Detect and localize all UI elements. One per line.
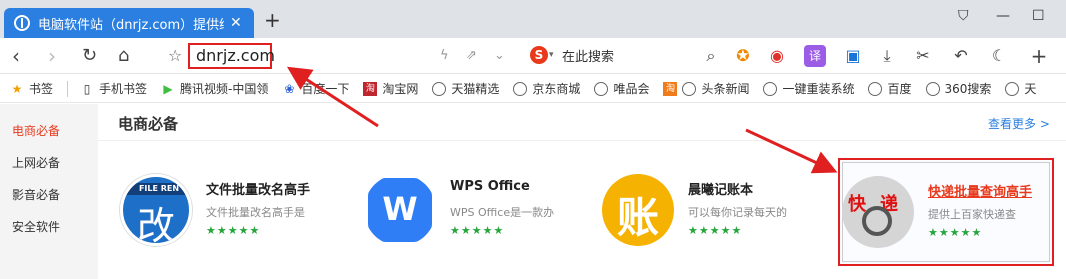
dropdown-chevron-icon[interactable]: ⌄ [494, 48, 505, 63]
rating-stars: ★★★★★ [206, 224, 261, 237]
globe-icon [763, 81, 778, 96]
sidenav-item-internet[interactable]: 上网必备 [12, 154, 60, 171]
category-sidenav: 电商必备 上网必备 影音必备 安全软件 [0, 104, 92, 279]
engine-dropdown-icon[interactable]: ▾ [549, 50, 554, 60]
refresh-icon[interactable]: ↻ [82, 44, 97, 68]
section-divider [98, 140, 1066, 141]
rating-stars: ★★★★★ [928, 226, 983, 239]
share-icon[interactable]: ⇗ [466, 48, 477, 63]
globe-icon [513, 81, 528, 96]
star-icon: ★ [11, 81, 23, 96]
browser-tab[interactable]: 电脑软件站（dnrjz.com）提供绿色 ✕ [4, 8, 254, 38]
bookmark-item[interactable]: 一键重装系统 [763, 80, 854, 97]
app-card[interactable]: 快 递 快递批量查询高手 提供上百家快递查 ★★★★★ [842, 166, 1052, 266]
lightning-icon[interactable]: ϟ [440, 48, 449, 63]
screenshot-icon[interactable]: ▣ [842, 45, 864, 67]
site-favicon-icon [14, 15, 30, 31]
bookmark-item[interactable]: 360搜索 [925, 80, 991, 97]
app-description: 提供上百家快递查 [928, 208, 1016, 221]
bookmark-star-icon[interactable]: ☆ [168, 44, 182, 68]
app-description: WPS Office是一款办 [450, 206, 555, 219]
address-bar-row: ‹ › ↻ ⌂ ☆ dnrjz.com ϟ ⇗ ⌄ S ▾ 在此搜索 ⌕ ✪ ◉… [0, 38, 1066, 74]
bookmark-item[interactable]: ▯ 手机书签 [80, 80, 147, 97]
bookmark-item[interactable]: 京东商城 [513, 80, 580, 97]
bookmark-item[interactable]: 百度 [868, 80, 912, 97]
rating-stars: ★★★★★ [450, 224, 505, 237]
magnifier-icon [862, 206, 892, 236]
shirt-skin-icon[interactable]: ⛉ [958, 8, 969, 24]
view-more-link[interactable]: 查看更多 > [988, 115, 1050, 132]
globe-icon [1005, 81, 1020, 96]
add-icon[interactable]: + [1028, 45, 1050, 67]
minimize-icon[interactable]: — [996, 8, 1010, 24]
bookmark-item[interactable]: 天 [1005, 80, 1036, 97]
bookmark-divider [67, 80, 69, 97]
download-icon[interactable]: ⤓ [876, 45, 898, 67]
globe-icon [925, 81, 940, 96]
wps-app-icon[interactable]: W [364, 174, 436, 246]
maximize-icon[interactable]: ☐ [1032, 8, 1045, 24]
search-icon[interactable]: ⌕ [700, 45, 722, 67]
baidu-icon: ❀ [284, 81, 295, 96]
page-content: 电商必备 上网必备 影音必备 安全软件 电商必备 查看更多 > FILE REN… [0, 104, 1066, 279]
ledger-app-icon[interactable]: 账 [602, 174, 674, 246]
bookmark-item[interactable]: 天猫精选 [432, 80, 499, 97]
night-mode-icon[interactable]: ☾ [988, 45, 1010, 67]
undo-icon[interactable]: ↶ [950, 45, 972, 67]
app-name[interactable]: WPS Office [450, 179, 530, 194]
play-icon: ▶ [163, 81, 173, 96]
bookmark-item[interactable]: ★ 书签 [10, 80, 53, 97]
globe-icon [594, 81, 609, 96]
sidenav-item-security[interactable]: 安全软件 [12, 218, 60, 235]
tab-title: 电脑软件站（dnrjz.com）提供绿色 [38, 17, 224, 33]
tab-strip: 电脑软件站（dnrjz.com）提供绿色 ✕ + ⛉ — ☐ [0, 0, 1066, 38]
ecommerce-panel: 电商必备 查看更多 > FILE REN 改 文件批量改名高手 文件批量改名高手… [98, 104, 1066, 279]
sidenav-item-media[interactable]: 影音必备 [12, 186, 60, 203]
app-card[interactable]: 账 晨曦记账本 可以每你记录每天的 ★★★★★ [602, 164, 822, 264]
app-description: 可以每你记录每天的 [688, 206, 787, 219]
game-icon[interactable]: ✪ [732, 45, 754, 67]
bookmarks-bar: ★ 书签 ▯ 手机书签 ▶ 腾讯视频-中国领 ❀ 百度一下 淘 淘宝网 天猫精选… [0, 75, 1066, 103]
globe-icon [432, 81, 447, 96]
bookmark-item[interactable]: 淘 头条新闻 [663, 80, 749, 97]
app-card[interactable]: FILE REN 改 文件批量改名高手 文件批量改名高手是 ★★★★★ [120, 164, 340, 264]
news-app-icon: 淘 [663, 81, 678, 96]
bookmark-item[interactable]: 淘 淘宝网 [363, 80, 418, 97]
app-name[interactable]: 晨曦记账本 [688, 179, 753, 198]
search-engine-icon[interactable]: S [530, 46, 548, 64]
search-input[interactable]: 在此搜索 [562, 46, 614, 65]
new-tab-button[interactable]: + [264, 10, 281, 30]
courier-query-app-icon[interactable]: 快 递 [842, 176, 914, 248]
back-icon[interactable]: ‹ [12, 44, 20, 68]
app-name[interactable]: 快递批量查询高手 [928, 181, 1032, 200]
home-icon[interactable]: ⌂ [118, 44, 129, 68]
section-title: 电商必备 [118, 115, 179, 133]
globe-icon [868, 81, 883, 96]
rename-tool-app-icon[interactable]: FILE REN 改 [120, 174, 192, 246]
scissors-icon[interactable]: ✂ [912, 45, 934, 67]
translate-icon[interactable]: 译 [804, 45, 826, 67]
taobao-icon: 淘 [363, 81, 378, 96]
url-input[interactable]: dnrjz.com [188, 43, 275, 69]
forward-icon[interactable]: › [48, 44, 56, 68]
sidenav-item-ecommerce[interactable]: 电商必备 [12, 122, 60, 139]
globe-icon [682, 81, 697, 96]
phone-icon: ▯ [83, 81, 91, 96]
close-tab-icon[interactable]: ✕ [230, 15, 242, 31]
app-name[interactable]: 文件批量改名高手 [206, 179, 310, 198]
app-card[interactable]: W WPS Office WPS Office是一款办 ★★★★★ [364, 164, 584, 264]
bookmark-item[interactable]: 唯品会 [594, 80, 649, 97]
bookmark-item[interactable]: ❀ 百度一下 [282, 80, 349, 97]
weibo-icon[interactable]: ◉ [766, 45, 788, 67]
bookmark-item[interactable]: ▶ 腾讯视频-中国领 [161, 80, 268, 97]
rating-stars: ★★★★★ [688, 224, 743, 237]
app-description: 文件批量改名高手是 [206, 206, 305, 219]
